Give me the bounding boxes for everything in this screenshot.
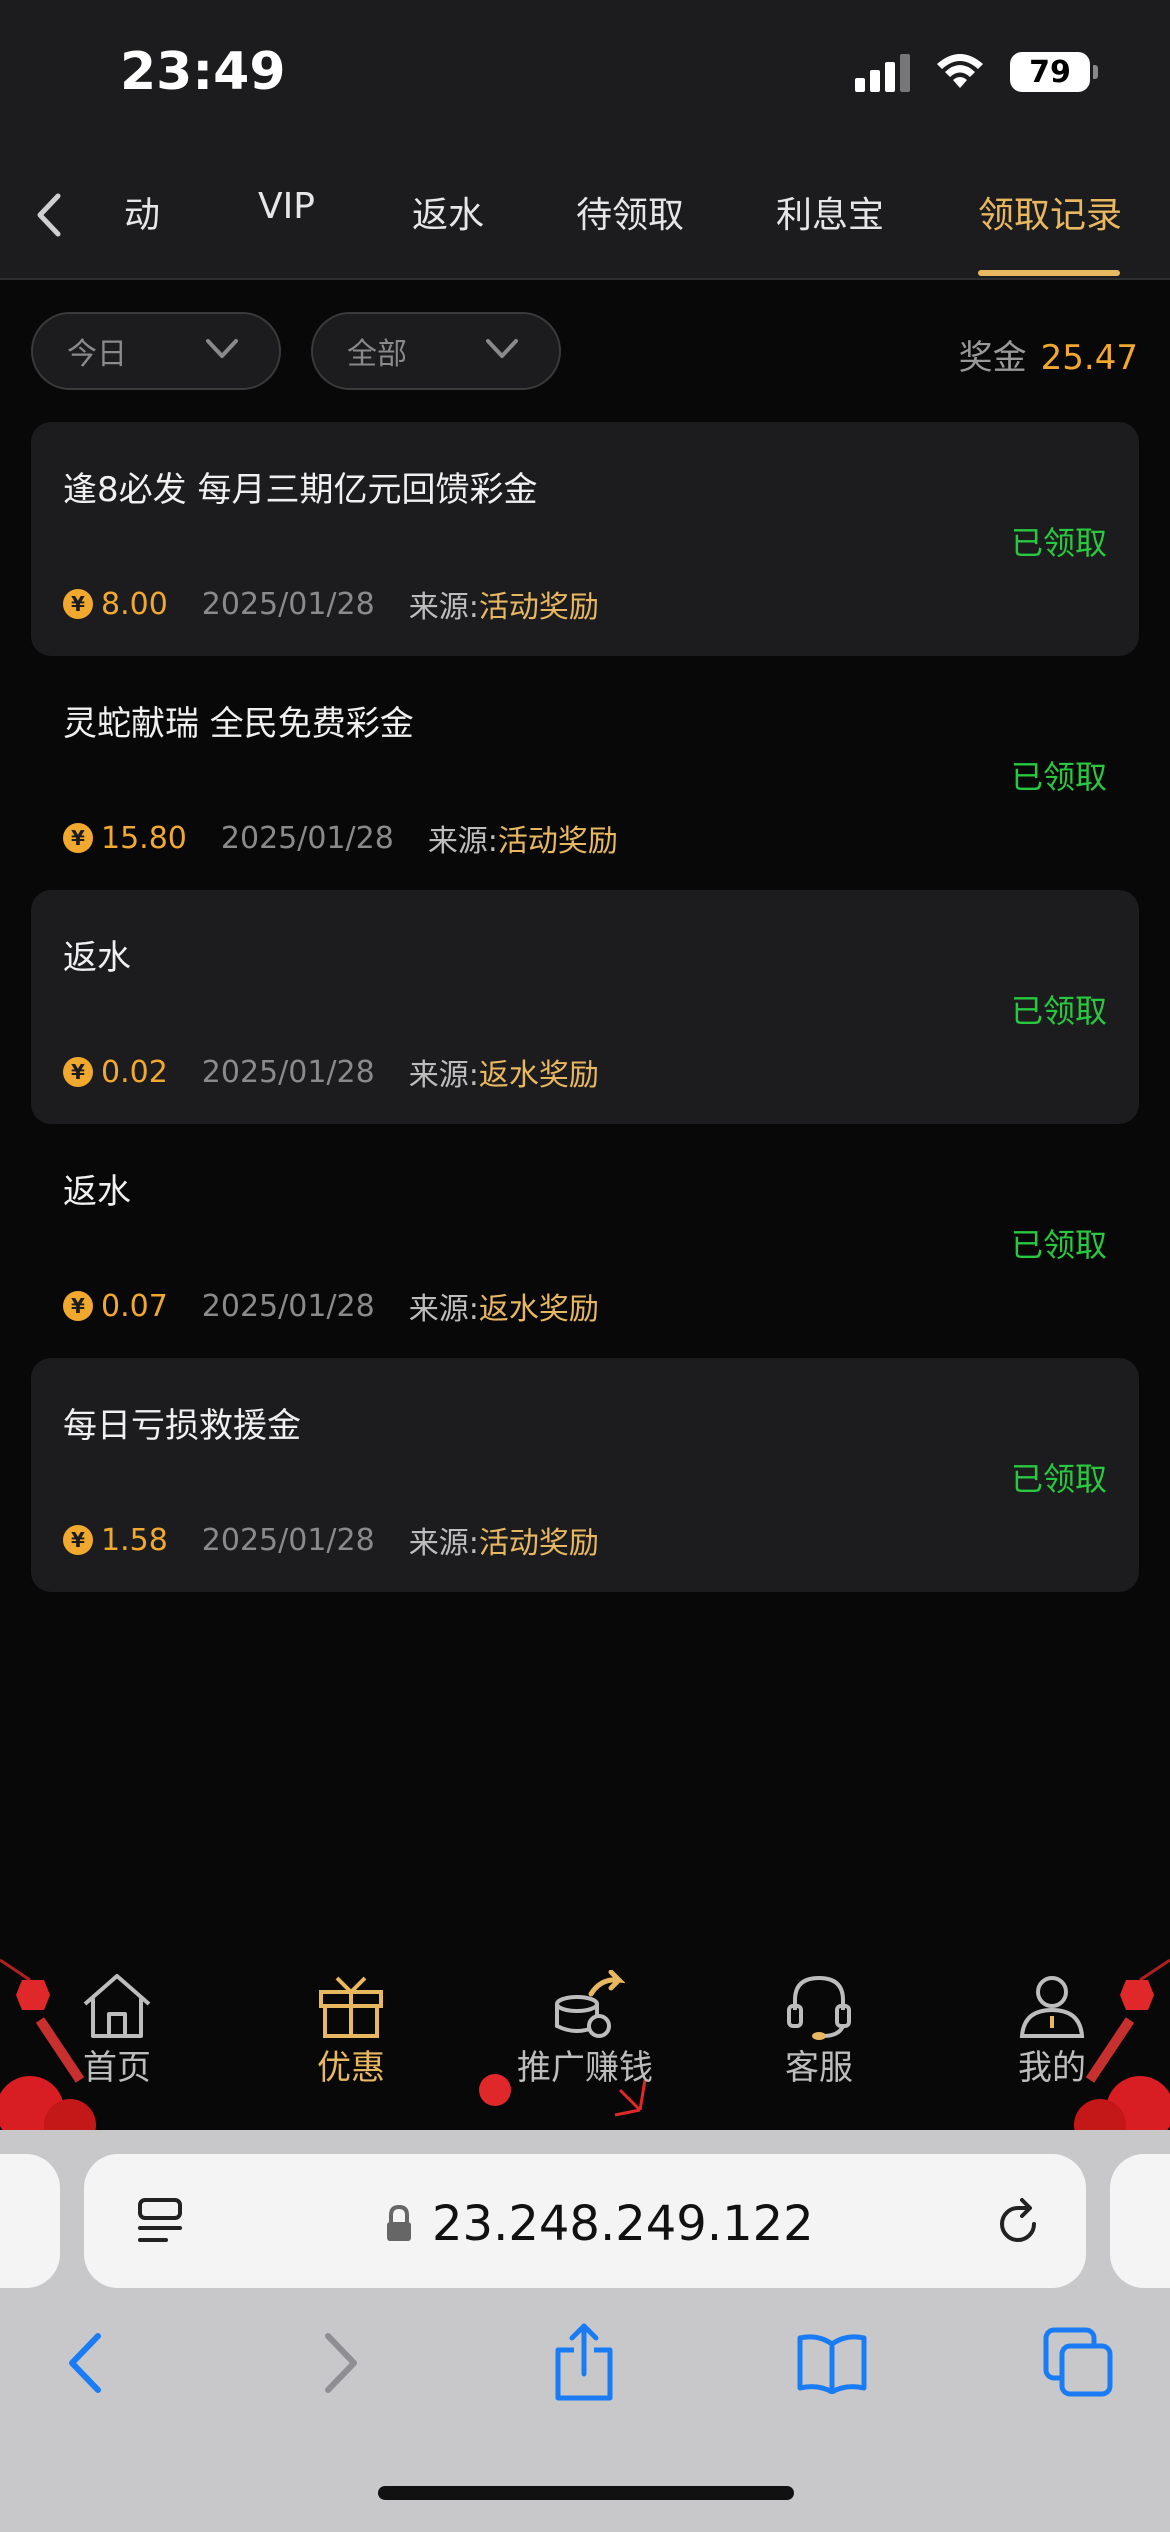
next-tab-pill[interactable] (1110, 2154, 1170, 2288)
nav-promotions-label: 优惠 (317, 2048, 385, 2088)
status-icons: 79 (855, 52, 1098, 92)
tab-bar: 动 VIP 返水 待领取 利息宝 领取记录 (0, 150, 1170, 280)
nav-profile[interactable]: 我的 (982, 1970, 1122, 2089)
nav-home[interactable]: 首页 (47, 1970, 187, 2089)
record-amount: 15.80 (101, 820, 187, 856)
record-title: 灵蛇献瑞 全民免费彩金 (63, 704, 414, 744)
coin-icon: ¥ (63, 589, 93, 619)
browser-back-icon[interactable] (64, 2330, 108, 2396)
tab-rebate[interactable]: 返水 (412, 186, 484, 238)
home-icon (83, 1974, 151, 2038)
coin-icon: ¥ (63, 1525, 93, 1555)
reload-icon[interactable] (994, 2196, 1044, 2250)
record-item: 每日亏损救援金 已领取 ¥ 1.58 2025/01/28 来源: 活动奖励 (31, 1358, 1139, 1592)
page-menu-icon[interactable] (136, 2196, 184, 2246)
bonus-total: 奖金 25.47 (959, 330, 1138, 379)
tabs-icon[interactable] (1042, 2326, 1114, 2398)
record-title: 逢8必发 每月三期亿元回馈彩金 (63, 470, 538, 510)
user-icon (1019, 1976, 1085, 2038)
record-status: 已领取 (1010, 1226, 1107, 1264)
nav-promotions[interactable]: 优惠 (281, 1970, 421, 2089)
browser-toolbar: 23.248.249.122 (0, 2130, 1170, 2532)
nav-home-label: 首页 (83, 2048, 151, 2088)
browser-forward-icon[interactable] (318, 2330, 362, 2396)
nav-referral-label: 推广赚钱 (517, 2048, 653, 2088)
home-indicator (378, 2486, 794, 2500)
coins-share-icon (555, 1970, 625, 2038)
record-item: 灵蛇献瑞 全民免费彩金 已领取 ¥ 15.80 2025/01/28 来源: 活… (31, 656, 1139, 890)
record-item: 返水 已领取 ¥ 0.07 2025/01/28 来源: 返水奖励 (31, 1124, 1139, 1358)
tab-claim-records[interactable]: 领取记录 (978, 186, 1122, 238)
date-filter-value: 今日 (67, 337, 127, 372)
record-title: 返水 (63, 1172, 131, 1212)
active-tab-indicator (978, 270, 1120, 276)
nav-profile-label: 我的 (1018, 2048, 1086, 2088)
bottom-nav: 首页 优惠 推广赚钱 客服 我的 (0, 1940, 1170, 2130)
record-date: 2025/01/28 (201, 1288, 375, 1324)
record-title: 每日亏损救援金 (63, 1406, 301, 1446)
bonus-label: 奖金 (958, 338, 1027, 378)
record-source: 活动奖励 (478, 590, 599, 625)
record-amount: 0.07 (101, 1288, 168, 1324)
nav-referral[interactable]: 推广赚钱 (515, 1970, 655, 2089)
record-amount: 0.02 (101, 1054, 168, 1090)
coin-icon: ¥ (63, 1291, 93, 1321)
record-source-label: 来源: (408, 1526, 479, 1561)
record-status: 已领取 (1010, 992, 1107, 1030)
lock-icon (387, 2204, 411, 2241)
record-item: 逢8必发 每月三期亿元回馈彩金 已领取 ¥ 8.00 2025/01/28 来源… (31, 422, 1139, 656)
record-date: 2025/01/28 (201, 1522, 375, 1558)
record-status: 已领取 (1010, 524, 1107, 562)
record-date: 2025/01/28 (201, 586, 375, 622)
date-filter-dropdown[interactable]: 今日 (31, 312, 281, 390)
chevron-down-icon (206, 339, 238, 358)
gift-icon (319, 1976, 383, 2038)
back-chevron-icon[interactable] (30, 190, 70, 240)
address-bar[interactable]: 23.248.249.122 (84, 2154, 1086, 2288)
coin-icon: ¥ (63, 1057, 93, 1087)
tab-activity[interactable]: 动 (124, 186, 160, 238)
cellular-signal-icon (855, 52, 910, 92)
record-source: 返水奖励 (478, 1292, 599, 1327)
record-source: 活动奖励 (478, 1526, 599, 1561)
bookmarks-icon[interactable] (794, 2330, 870, 2394)
record-source-label: 来源: (408, 1058, 479, 1093)
status-bar: 23:49 79 (0, 0, 1170, 150)
share-icon[interactable] (552, 2322, 616, 2402)
record-date: 2025/01/28 (220, 820, 394, 856)
status-time: 23:49 (120, 42, 286, 102)
record-source: 返水奖励 (478, 1058, 599, 1093)
type-filter-value: 全部 (347, 337, 407, 372)
record-source-label: 来源: (408, 1292, 479, 1327)
record-title: 返水 (63, 938, 131, 978)
tab-vip[interactable]: VIP (258, 186, 315, 227)
record-status: 已领取 (1010, 758, 1107, 796)
bonus-amount: 25.47 (1040, 338, 1138, 378)
tab-pending[interactable]: 待领取 (576, 186, 684, 238)
headset-icon (787, 1975, 851, 2040)
record-date: 2025/01/28 (201, 1054, 375, 1090)
chevron-down-icon (486, 339, 518, 358)
record-amount: 1.58 (101, 1522, 168, 1558)
url-text[interactable]: 23.248.249.122 (432, 2196, 814, 2252)
record-source: 活动奖励 (497, 824, 618, 859)
coin-icon: ¥ (63, 823, 93, 853)
record-status: 已领取 (1010, 1460, 1107, 1498)
battery-indicator: 79 (1010, 52, 1098, 92)
record-item: 返水 已领取 ¥ 0.02 2025/01/28 来源: 返水奖励 (31, 890, 1139, 1124)
record-amount: 8.00 (101, 586, 168, 622)
record-source-label: 来源: (408, 590, 479, 625)
nav-support-label: 客服 (785, 2048, 853, 2088)
nav-support[interactable]: 客服 (749, 1970, 889, 2089)
record-source-label: 来源: (427, 824, 498, 859)
wifi-icon (937, 54, 983, 88)
tab-interest[interactable]: 利息宝 (776, 186, 884, 238)
type-filter-dropdown[interactable]: 全部 (311, 312, 561, 390)
previous-tab-pill[interactable] (0, 2154, 60, 2288)
